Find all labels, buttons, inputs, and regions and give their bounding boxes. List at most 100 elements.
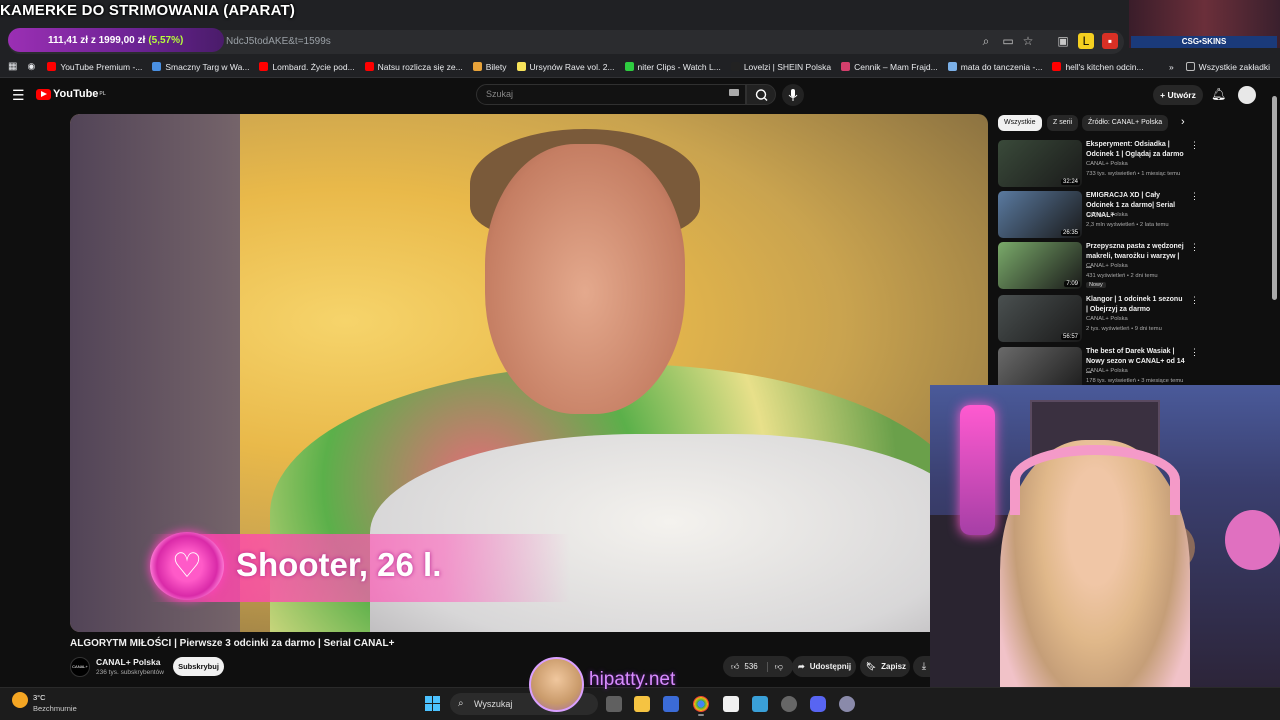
keyboard-icon[interactable]	[729, 89, 739, 96]
notepad-icon[interactable]	[723, 696, 739, 712]
video-caption: Shooter, 26 l.	[236, 546, 442, 583]
weather-sun-icon[interactable]	[12, 692, 28, 708]
file-explorer-icon[interactable]	[634, 696, 650, 712]
weather-temperature[interactable]: 3°C	[33, 693, 46, 702]
scrollbar[interactable]	[1272, 96, 1277, 300]
bookmark-circle-icon[interactable]: ◉	[27, 61, 35, 72]
share-label: Udostępnij	[809, 662, 852, 671]
cast-icon[interactable]: ▭	[1000, 33, 1016, 49]
all-bookmarks-button[interactable]: Wszystkie zakładki	[1185, 62, 1270, 72]
recommendation-channel[interactable]: CANAL+ Polska	[1086, 161, 1128, 167]
bookmark-item[interactable]: hell's kitchen odcin...	[1052, 61, 1144, 72]
bookmark-item[interactable]: Lovelzi | SHEIN Polska	[730, 62, 831, 72]
bookmark-item[interactable]: Natsu rozlicza się ze...	[364, 61, 463, 72]
recommendation-meta: 431 wyświetleń • 2 dni temu	[1086, 273, 1158, 279]
chrome-icon[interactable]	[693, 696, 709, 712]
bookmark-item[interactable]: Bilety	[472, 61, 507, 72]
create-button[interactable]: + Utwórz	[1153, 85, 1203, 105]
bookmark-item[interactable]: Lombard. Życie pod...	[259, 62, 355, 72]
video-blanket	[370, 434, 970, 632]
task-view-icon[interactable]	[606, 696, 622, 712]
video-player[interactable]: ♡ Shooter, 26 l.	[70, 114, 988, 632]
bookmark-favicon-icon	[364, 62, 374, 71]
like-button[interactable]: 👍︎ 536 👎︎	[723, 656, 793, 677]
obs-icon[interactable]	[781, 696, 797, 712]
weather-description[interactable]: Bezchmurnie	[33, 704, 77, 713]
account-avatar[interactable]	[1238, 86, 1256, 104]
recommendation-thumbnail[interactable]: 32:24	[998, 140, 1082, 187]
extension-red-icon[interactable]: ▪	[1102, 33, 1118, 49]
recommendation-item[interactable]: 56:57 Klangor | 1 odcinek 1 sezonu | Obej…	[998, 295, 1203, 345]
more-vert-icon[interactable]: ⋮	[1190, 140, 1199, 151]
logo-region: PL	[99, 91, 106, 97]
recommendation-meta: 2,3 mln wyświetleń • 2 lata temu	[1086, 222, 1169, 228]
recommendation-channel[interactable]: CANAL+ Polska	[1086, 263, 1128, 269]
webcam-pink-plush	[1225, 510, 1280, 570]
logo-text: YouTube	[53, 88, 99, 100]
more-vert-icon[interactable]: ⋮	[1190, 347, 1199, 358]
bookmark-star-icon[interactable]: ☆	[1020, 33, 1036, 49]
discord-icon[interactable]	[810, 696, 826, 712]
more-vert-icon[interactable]: ⋮	[1190, 242, 1199, 253]
bookmark-item[interactable]: Smaczny Targ w Wa...	[152, 62, 249, 72]
save-button[interactable]: 🔖︎ Zapisz	[860, 656, 910, 677]
bookmark-item[interactable]: Cennik – Mam Frajd...	[841, 62, 938, 72]
bookmark-favicon-icon	[1052, 62, 1062, 71]
webcam-microphone	[960, 405, 995, 535]
thumb-down-icon[interactable]: 👎︎	[766, 661, 783, 672]
video-face	[485, 144, 685, 414]
save-icon: 🔖︎	[866, 662, 877, 671]
documents-icon[interactable]	[752, 696, 768, 712]
extension-icon[interactable]: ▣	[1055, 33, 1071, 49]
recommendation-title[interactable]: Eksperyment: Odsiadka | Odcinek 1 | Oglą…	[1086, 140, 1186, 160]
bookmark-item[interactable]: niter Clips - Watch L...	[624, 62, 721, 72]
bookmark-item[interactable]: mata do tanczenia -...	[947, 61, 1043, 72]
bookmark-label: Natsu rozlicza się ze...	[377, 61, 463, 72]
recommendation-item[interactable]: 26:35 EMIGRACJA XD | Cały Odcinek 1 za da…	[998, 191, 1203, 241]
recommendation-meta: 178 tys. wyświetleń • 3 miesiące temu	[1086, 378, 1184, 384]
notifications-bell-icon[interactable]: 🔔︎	[1211, 87, 1226, 101]
search-icon	[755, 89, 768, 101]
search-button[interactable]	[746, 84, 776, 105]
recommendation-thumbnail[interactable]: 7:09	[998, 242, 1082, 289]
share-button[interactable]: ➦ Udostępnij	[792, 656, 856, 677]
zoom-icon[interactable]: ⌕	[978, 33, 994, 49]
bookmark-label: YouTube Premium -...	[60, 61, 143, 72]
recommendation-item[interactable]: 32:24 Eksperyment: Odsiadka | Odcinek 1 |…	[998, 140, 1203, 190]
folder-icon	[1185, 62, 1195, 71]
bookmark-label: mata do tanczenia -...	[960, 61, 1043, 72]
youtube-logo[interactable]: YouTube PL	[36, 88, 106, 100]
windows-start-icon[interactable]	[425, 696, 441, 712]
chip-all[interactable]: Wszystkie	[998, 115, 1042, 131]
menu-icon[interactable]: ☰	[12, 87, 25, 104]
recommendation-item[interactable]: 7:09 Przepyszna pasta z wędzonej makreli,…	[998, 242, 1203, 292]
recommendation-channel[interactable]: CANAL+ Polska	[1086, 368, 1128, 374]
apps-icon[interactable]: ▦	[8, 61, 17, 72]
bookmark-item[interactable]: Ursynów Rave vol. 2...	[516, 62, 615, 72]
more-bookmarks-icon[interactable]: »	[1169, 62, 1174, 72]
more-vert-icon[interactable]: ⋮	[1190, 191, 1199, 202]
recommendation-thumbnail[interactable]: 26:35	[998, 191, 1082, 238]
recommendation-channel[interactable]: CANAL+ Polska	[1086, 316, 1128, 322]
chevron-right-icon[interactable]: ›	[1181, 116, 1185, 128]
bookmark-label: Bilety	[485, 61, 507, 72]
voice-search-button[interactable]	[782, 84, 804, 106]
bookmark-favicon-icon	[259, 62, 269, 71]
bookmark-item[interactable]: YouTube Premium -...	[47, 62, 142, 72]
chip-source[interactable]: Źródło: CANAL+ Polska	[1082, 115, 1169, 131]
chip-series[interactable]: Z serii	[1047, 115, 1079, 131]
channel-avatar[interactable]: CANAL+	[70, 657, 90, 677]
channel-name[interactable]: CANAL+ Polska	[96, 657, 160, 667]
bookmark-favicon-icon	[47, 62, 57, 71]
extension-l-icon[interactable]: L	[1078, 33, 1094, 49]
recommendation-thumbnail[interactable]: 56:57	[998, 295, 1082, 342]
bookmark-label: hell's kitchen odcin...	[1065, 61, 1144, 72]
recommendation-channel[interactable]: CANAL+ Polska	[1086, 212, 1128, 218]
bookmark-favicon-icon	[841, 62, 851, 71]
settings-gear-icon[interactable]	[839, 696, 855, 712]
search-input[interactable]: Szukaj	[476, 84, 746, 105]
store-icon[interactable]	[663, 696, 679, 712]
recommendation-title[interactable]: Klangor | 1 odcinek 1 sezonu | Obejrzyj …	[1086, 295, 1186, 315]
more-vert-icon[interactable]: ⋮	[1190, 295, 1199, 306]
subscribe-button[interactable]: Subskrybuj	[173, 657, 224, 676]
